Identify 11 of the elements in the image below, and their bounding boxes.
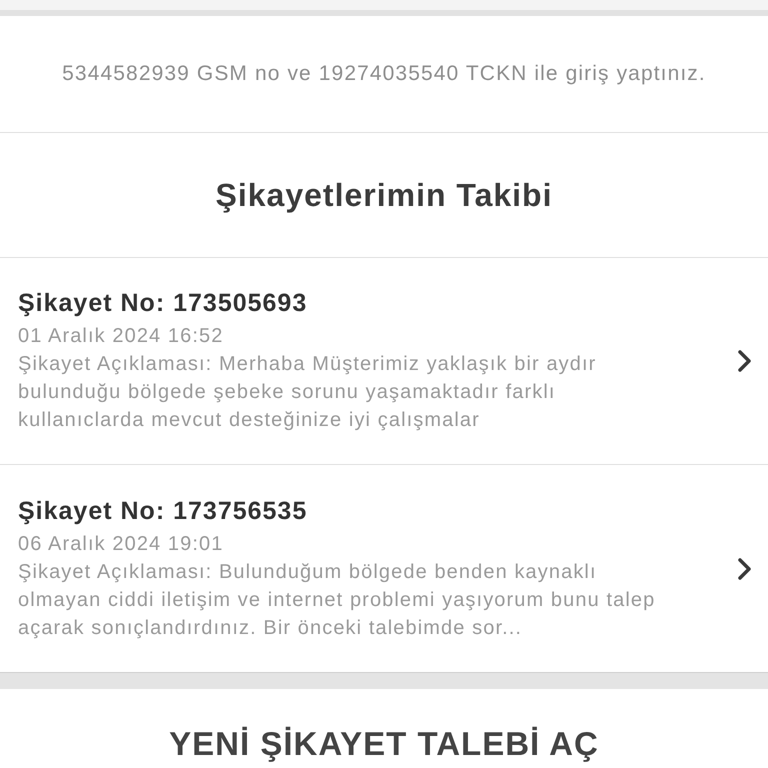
complaint-date: 06 Aralık 2024 19:01 bbox=[18, 532, 224, 556]
new-request-heading[interactable]: YENİ ŞİKAYET TALEBİ AÇ bbox=[169, 727, 599, 760]
complaint-number: Şikayet No: 173505693 bbox=[18, 288, 308, 318]
complaint-description: Şikayet Açıklaması: Merhaba Müşterimiz yaklaşık bir aydır bulunduğu bölgede şebeke sorunu yaşamaktadır farklı kullanıclarda mevcut desteğinize iyi çalışmalar bbox=[18, 352, 598, 433]
section-title: Şikayetlerimin Takibi bbox=[216, 176, 552, 215]
complaint-date: 01 Aralık 2024 16:52 bbox=[18, 324, 224, 349]
chevron-right-icon bbox=[738, 558, 752, 580]
complaint-description: Şikayet Açıklaması: Bulunduğum bölgede benden kaynaklı olmayan ciddi iletişim ve internet problemi yaşıyorum bunu talep açarak sonıçlandırdınız. Bir önceki talebimde sor... bbox=[18, 560, 656, 640]
chevron-right-icon bbox=[738, 350, 752, 372]
complaint-number: Şikayet No: 173756535 bbox=[18, 496, 308, 526]
login-info-text: 5344582939 GSM no ve 19274035540 TCKN ile giriş yaptınız. bbox=[62, 61, 706, 88]
